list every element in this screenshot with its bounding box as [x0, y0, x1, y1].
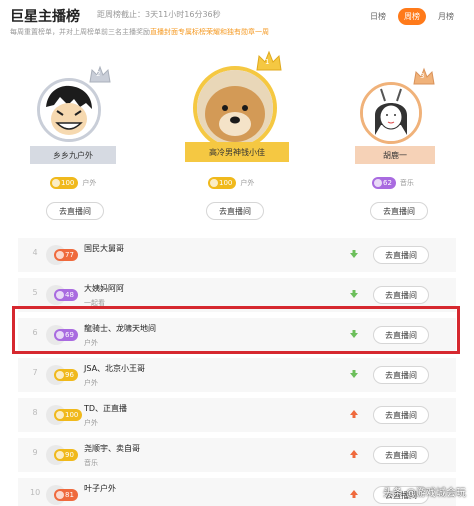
rank3-level-value: 62: [383, 179, 392, 187]
list-go-live-button[interactable]: 去直播间: [373, 246, 429, 264]
list-rank: 7: [32, 368, 38, 377]
list-level-value: 81: [65, 491, 74, 499]
rank3-go-live-button[interactable]: 去直播间: [370, 202, 428, 220]
list-category: 户外: [84, 419, 98, 427]
trend-down-icon: [350, 370, 358, 378]
list-item[interactable]: 8 100 TD、正直播 户外 去直播间: [18, 398, 456, 432]
rank2-name: 乡乡九户外: [53, 150, 93, 160]
list-rank: 8: [32, 408, 38, 417]
ranking-list: 4 77 国民大舅哥 去直播间 5 48 大姨妈阿阿 一起看 去直播间 6 69 龍骑士、龙啸天地间户…: [18, 238, 456, 506]
list-item[interactable]: 4 77 国民大舅哥 去直播间: [18, 238, 456, 272]
dog-photo-icon: [197, 70, 273, 146]
list-name[interactable]: 叶子户外: [84, 483, 116, 494]
rules-highlight: 直播封面专属标榜荣耀和独有勋章一周: [150, 28, 269, 36]
list-level-value: 96: [65, 371, 74, 379]
list-level-badge: 90: [54, 449, 78, 461]
list-level-badge: 100: [54, 409, 83, 421]
list-level-value: 48: [65, 291, 74, 299]
rank3-category: 音乐: [399, 179, 414, 187]
girl-drawing-icon: [363, 85, 419, 141]
rank2-number: 2: [96, 70, 101, 78]
list-go-live-button[interactable]: 去直播间: [373, 446, 429, 464]
list-level-badge: 96: [54, 369, 78, 381]
list-rank: 10: [30, 488, 41, 497]
rank1-level-badge: 100: [208, 177, 237, 189]
rank3-name: 胡鹿一: [383, 150, 407, 160]
rank3-number: 3: [420, 72, 425, 80]
rank1-level-value: 100: [219, 179, 233, 187]
trend-down-icon: [350, 290, 358, 298]
list-level-value: 100: [65, 411, 79, 419]
list-item[interactable]: 7 96 JSA、北京小王哥 户外 去直播间: [18, 358, 456, 392]
page-header: 巨星主播榜 距周榜截止：3天11小时16分36秒 每周重置榜单，并对上周榜单前三…: [0, 0, 474, 44]
rank1-name-banner: 高冷男神钱小佳: [185, 142, 289, 162]
rank2-category: 户外: [82, 179, 97, 187]
rank2-go-live-button[interactable]: 去直播间: [46, 202, 104, 220]
list-level-value: 90: [65, 451, 74, 459]
rank3-name-banner: 胡鹿一: [355, 146, 435, 164]
avatar-rank2[interactable]: [37, 78, 101, 142]
list-name[interactable]: JSA、北京小王哥: [84, 363, 145, 374]
rank1-category: 户外: [240, 179, 255, 187]
tab-monthly[interactable]: 月榜: [432, 8, 460, 25]
rank1-name: 高冷男神钱小佳: [209, 147, 265, 157]
list-name[interactable]: 国民大舅哥: [84, 243, 124, 254]
rank2-level-value: 100: [61, 179, 75, 187]
rules-subtitle: 每周重置榜单，并对上周榜单前三名主播奖励直播封面专属标榜荣耀和独有勋章一周: [10, 27, 269, 37]
list-go-live-button[interactable]: 去直播间: [373, 366, 429, 384]
list-category: 户外: [84, 379, 98, 387]
list-rank: 5: [32, 288, 38, 297]
list-name[interactable]: 大姨妈阿阿: [84, 283, 124, 294]
rank1-go-live-button[interactable]: 去直播间: [206, 202, 264, 220]
list-go-live-button[interactable]: 去直播间: [373, 286, 429, 304]
rules-text: 每周重置榜单，并对上周榜单前三名主播奖励: [10, 28, 150, 36]
countdown-text: 距周榜截止：3天11小时16分36秒: [97, 10, 221, 19]
watermark: 头条 @游戏城会玩: [382, 488, 466, 499]
rank2-name-banner: 乡乡九户外: [30, 146, 116, 164]
period-tabs: 日榜 周榜 月榜: [364, 8, 460, 25]
page-title: 巨星主播榜: [10, 9, 80, 25]
list-go-live-button[interactable]: 去直播间: [373, 406, 429, 424]
top3-podium: 2 乡乡九户外 100 户外 去直播间 1 高冷男神钱小佳 100 户外 去直播…: [0, 50, 474, 230]
trend-down-icon: [350, 250, 358, 258]
rank3-level-badge: 62: [372, 177, 396, 189]
trend-up-icon: [350, 410, 358, 418]
rank1-number: 1: [265, 58, 270, 66]
list-name[interactable]: TD、正直播: [84, 403, 127, 414]
avatar-rank1[interactable]: [193, 66, 277, 150]
rank3-meta: 62 音乐: [372, 177, 414, 189]
trend-up-icon: [350, 450, 358, 458]
trend-up-icon: [350, 490, 358, 498]
list-level-badge: 81: [54, 489, 78, 501]
list-rank: 4: [32, 248, 38, 257]
list-item[interactable]: 9 90 尧顺宇、卖自哥 音乐 去直播间: [18, 438, 456, 472]
highlight-box: [12, 306, 460, 354]
rank1-meta: 100 户外: [208, 177, 254, 189]
list-level-badge: 77: [54, 249, 78, 261]
tab-daily[interactable]: 日榜: [364, 8, 392, 25]
list-rank: 9: [32, 448, 38, 457]
tab-weekly[interactable]: 周榜: [398, 8, 426, 25]
avatar-rank3[interactable]: [360, 82, 422, 144]
rank2-level-badge: 100: [50, 177, 79, 189]
list-level-badge: 48: [54, 289, 78, 301]
list-level-value: 77: [65, 251, 74, 259]
list-name[interactable]: 尧顺宇、卖自哥: [84, 443, 140, 454]
cartoon-face-icon: [40, 81, 98, 139]
list-category: 音乐: [84, 459, 98, 467]
rank2-meta: 100 户外: [50, 177, 96, 189]
